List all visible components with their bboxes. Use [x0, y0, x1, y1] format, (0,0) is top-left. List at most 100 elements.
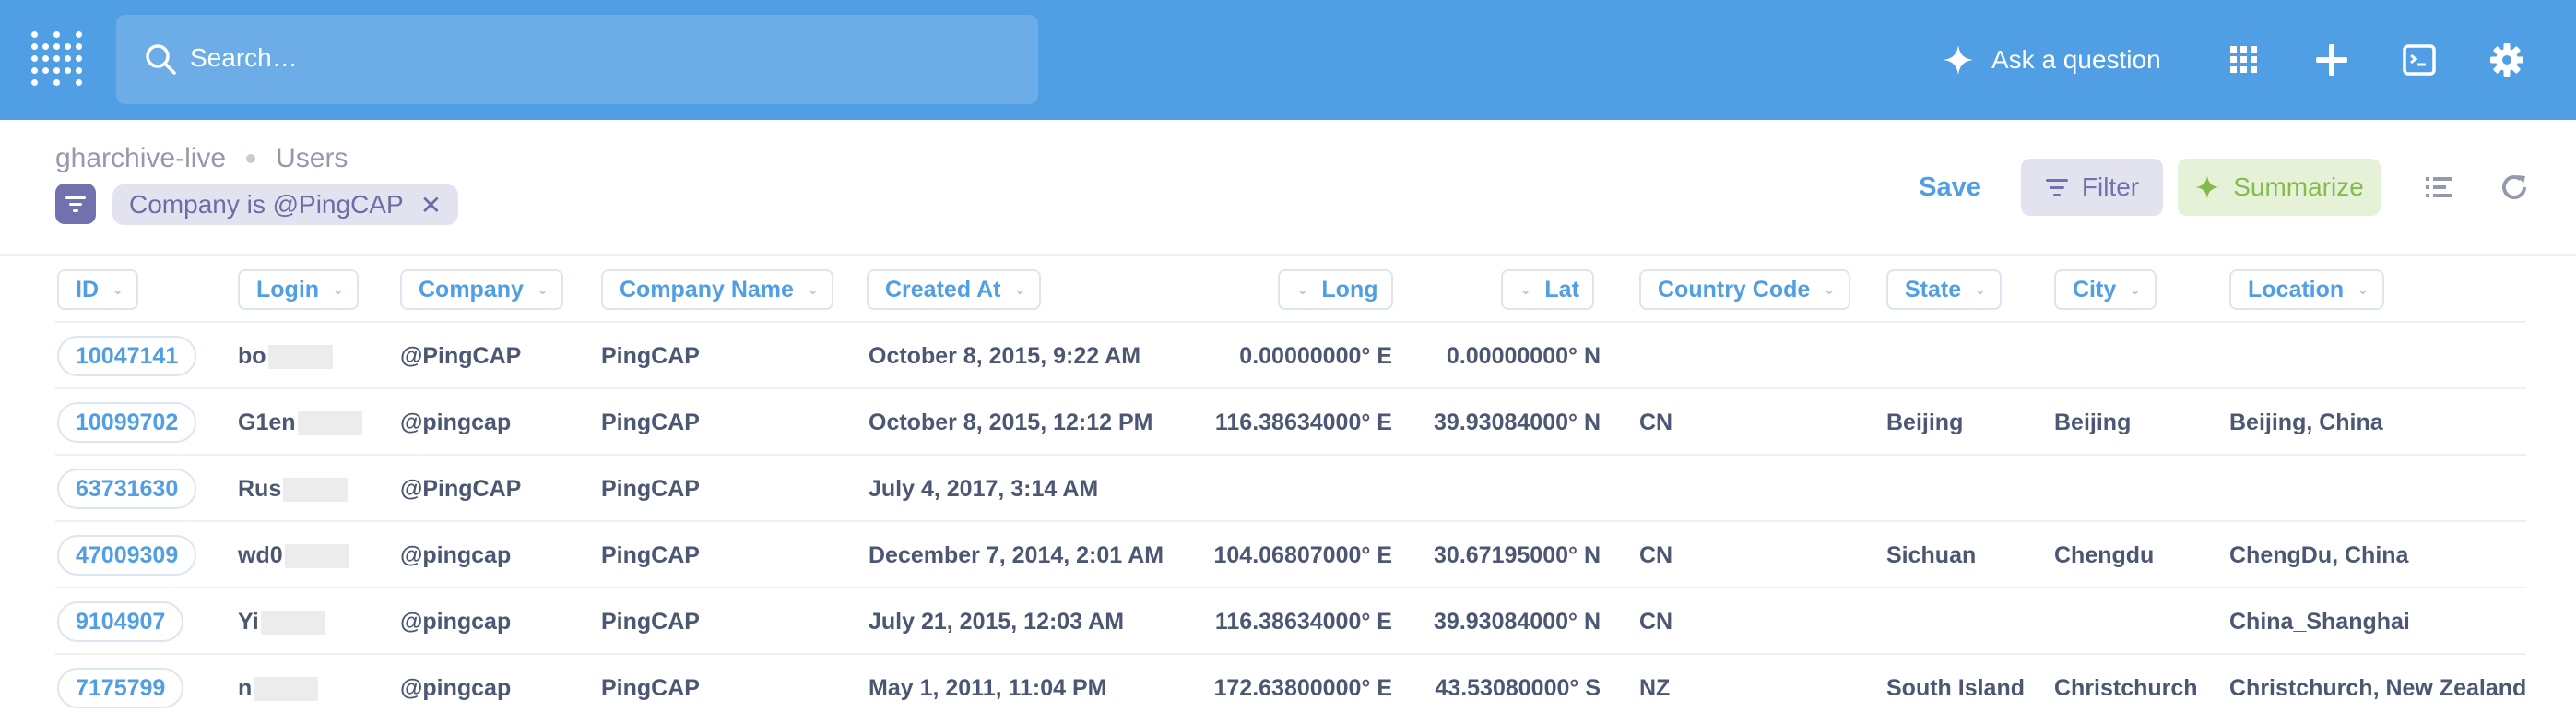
long-cell: 104.06807000° E: [1213, 542, 1392, 568]
login-cell: Rus: [238, 476, 349, 503]
column-header-country-code[interactable]: Country Code ⌄: [1639, 269, 1850, 310]
state-cell: Beijing: [1886, 410, 1964, 435]
company-cell: @pingcap: [400, 609, 512, 635]
close-icon[interactable]: ✕: [420, 190, 442, 220]
id-link[interactable]: 63731630: [57, 469, 197, 509]
company-cell: @pingcap: [400, 542, 512, 568]
long-cell: 116.38634000° E: [1214, 609, 1392, 635]
login-cell: bo: [238, 343, 333, 370]
filter-toggle-icon[interactable]: [55, 184, 96, 224]
login-cell: n: [238, 675, 319, 702]
location-cell: ChengDu, China: [2229, 542, 2409, 568]
long-cell: 0.00000000° E: [1239, 343, 1392, 369]
notebook-editor-icon[interactable]: [2417, 166, 2460, 208]
terminal-icon[interactable]: [2396, 37, 2442, 83]
company-cell: @PingCAP: [400, 476, 522, 502]
redacted-block: [284, 544, 349, 569]
city-cell: Chengdu: [2054, 542, 2155, 568]
redacted-block: [254, 677, 319, 702]
refresh-icon[interactable]: [2493, 166, 2535, 208]
created-at-cell: May 1, 2011, 11:04 PM: [869, 675, 1107, 701]
country-code-cell: CN: [1639, 542, 1673, 568]
chevron-down-icon: ⌄: [1519, 282, 1532, 298]
id-link[interactable]: 7175799: [57, 668, 184, 708]
breadcrumb-table[interactable]: Users: [276, 143, 348, 174]
company-cell: @pingcap: [400, 410, 512, 435]
company-name-cell: PingCAP: [601, 609, 700, 635]
chevron-down-icon: ⌄: [332, 282, 345, 298]
state-cell: Sichuan: [1886, 542, 1977, 568]
column-header-city[interactable]: City ⌄: [2054, 269, 2157, 310]
country-code-cell: NZ: [1639, 675, 1671, 701]
column-header-company[interactable]: Company ⌄: [400, 269, 564, 310]
filter-button-label: Filter: [2081, 172, 2140, 201]
id-link[interactable]: 9104907: [57, 601, 184, 642]
row-divider: [55, 520, 2526, 522]
company-name-cell: PingCAP: [601, 410, 700, 435]
filter-pill[interactable]: Company is @PingCAP ✕: [112, 184, 459, 225]
login-cell: Yi: [238, 609, 325, 636]
location-cell: China_Shanghai: [2229, 609, 2410, 635]
sparkle-icon: [1944, 45, 1973, 75]
redacted-block: [297, 411, 362, 436]
row-divider: [55, 587, 2526, 588]
save-button[interactable]: Save: [1899, 159, 2001, 216]
country-code-cell: CN: [1639, 609, 1673, 635]
created-at-cell: July 4, 2017, 3:14 AM: [869, 476, 1099, 502]
created-at-cell: October 8, 2015, 12:12 PM: [869, 410, 1153, 435]
column-header-created-at[interactable]: Created At ⌄: [867, 269, 1041, 310]
lat-cell: 43.53080000° S: [1435, 675, 1601, 701]
id-link[interactable]: 10047141: [57, 336, 197, 376]
redacted-block: [283, 478, 349, 503]
long-cell: 116.38634000° E: [1214, 410, 1392, 435]
filter-icon: [2045, 179, 2068, 196]
sparkle-icon: [2195, 175, 2219, 199]
company-name-cell: PingCAP: [601, 542, 700, 568]
city-cell: Christchurch: [2054, 675, 2198, 701]
company-name-cell: PingCAP: [601, 675, 700, 701]
redacted-block: [260, 611, 325, 636]
company-cell: @PingCAP: [400, 343, 522, 369]
company-name-cell: PingCAP: [601, 476, 700, 502]
column-header-company-name[interactable]: Company Name ⌄: [601, 269, 834, 310]
chevron-down-icon: ⌄: [1296, 282, 1309, 298]
column-header-location[interactable]: Location ⌄: [2229, 269, 2384, 310]
plus-icon[interactable]: [2309, 37, 2355, 83]
column-header-lat[interactable]: ⌄ Lat: [1501, 269, 1594, 310]
search-input[interactable]: Search…: [116, 15, 1038, 104]
column-header-state[interactable]: State ⌄: [1886, 269, 2002, 310]
search-placeholder: Search…: [190, 43, 298, 72]
column-header-id[interactable]: ID ⌄: [57, 269, 139, 310]
filter-button[interactable]: Filter: [2021, 159, 2163, 216]
country-code-cell: CN: [1639, 410, 1673, 435]
created-at-cell: December 7, 2014, 2:01 AM: [869, 542, 1164, 568]
lat-cell: 39.93084000° N: [1434, 609, 1601, 635]
apps-grid-icon[interactable]: [2221, 37, 2267, 83]
summarize-button[interactable]: Summarize: [2178, 159, 2381, 216]
header-divider: [0, 254, 2576, 256]
ask-question-button[interactable]: Ask a question: [1942, 37, 2161, 83]
chevron-down-icon: ⌄: [806, 282, 820, 298]
chevron-down-icon: ⌄: [1823, 282, 1836, 298]
state-cell: South Island: [1886, 675, 2025, 701]
location-cell: Beijing, China: [2229, 410, 2383, 435]
column-header-long[interactable]: ⌄ Long: [1278, 269, 1393, 310]
row-divider: [55, 653, 2526, 655]
chevron-down-icon: ⌄: [2357, 282, 2369, 298]
top-nav-bar: Search… Ask a question: [0, 0, 2576, 120]
chevron-down-icon: ⌄: [1974, 282, 1987, 298]
metabase-logo-icon[interactable]: [31, 31, 83, 89]
breadcrumb-database[interactable]: gharchive-live: [55, 143, 226, 174]
chevron-down-icon: ⌄: [536, 282, 549, 298]
row-divider: [55, 321, 2526, 323]
summarize-button-label: Summarize: [2233, 172, 2364, 201]
id-link[interactable]: 10099702: [57, 402, 197, 443]
search-icon: [146, 44, 176, 75]
gear-icon[interactable]: [2484, 37, 2530, 83]
redacted-block: [267, 345, 333, 370]
created-at-cell: October 8, 2015, 9:22 AM: [869, 343, 1141, 369]
chevron-down-icon: ⌄: [1013, 282, 1026, 298]
column-header-login[interactable]: Login ⌄: [238, 269, 360, 310]
id-link[interactable]: 47009309: [57, 535, 197, 576]
chevron-down-icon: ⌄: [112, 282, 124, 298]
